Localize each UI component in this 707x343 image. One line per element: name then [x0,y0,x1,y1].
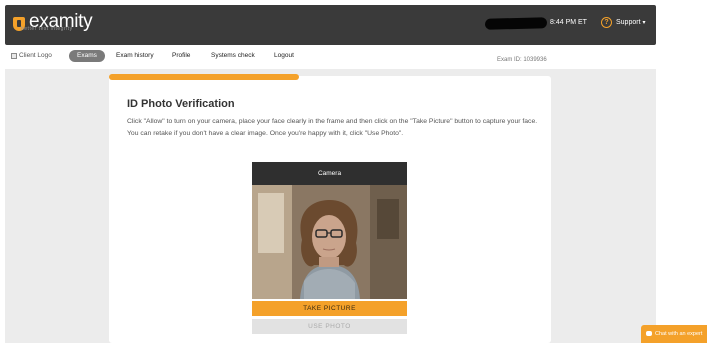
support-label: Support [616,19,641,26]
top-header-bar: examity better test integrity 8:44 PM ET… [5,5,656,45]
client-logo: Client Logo [11,52,52,59]
chevron-down-icon: ▾ [642,20,646,26]
current-time: 8:44 PM ET [550,19,587,26]
nav-item-logout[interactable]: Logout [274,52,294,59]
main-nav: Client Logo Exams Exam history Profile S… [0,47,660,69]
redacted-username [484,17,548,30]
chat-bubble-icon [646,331,652,336]
exam-id: Exam ID: 1039936 [497,57,547,63]
page-title: ID Photo Verification [127,98,235,110]
chat-label: Chat with an expert [655,331,703,337]
nav-item-exams[interactable]: Exams [69,50,105,62]
progress-fill [109,74,300,80]
nav-item-exam-history[interactable]: Exam history [116,52,154,59]
support-dropdown[interactable]: Support ▾ [616,19,646,26]
nav-item-profile[interactable]: Profile [172,52,190,59]
camera-header: Camera [252,162,407,185]
help-icon[interactable]: ? [601,17,612,28]
logo-tagline: better test integrity [21,26,73,32]
progress-bar [109,74,551,80]
nav-item-systems-check[interactable]: Systems check [211,52,255,59]
camera-feed [252,185,407,299]
client-logo-alt: Client Logo [19,52,52,59]
take-picture-button[interactable]: TAKE PICTURE [252,301,407,316]
page-margin [656,0,707,343]
chat-with-expert-button[interactable]: Chat with an expert [641,325,707,343]
camera-panel: Camera [252,162,407,299]
instructions-text: Click "Allow" to turn on your camera, pl… [127,118,538,137]
use-photo-button[interactable]: USE PHOTO [252,319,407,334]
webcam-image [252,185,407,299]
broken-image-icon [11,52,17,59]
